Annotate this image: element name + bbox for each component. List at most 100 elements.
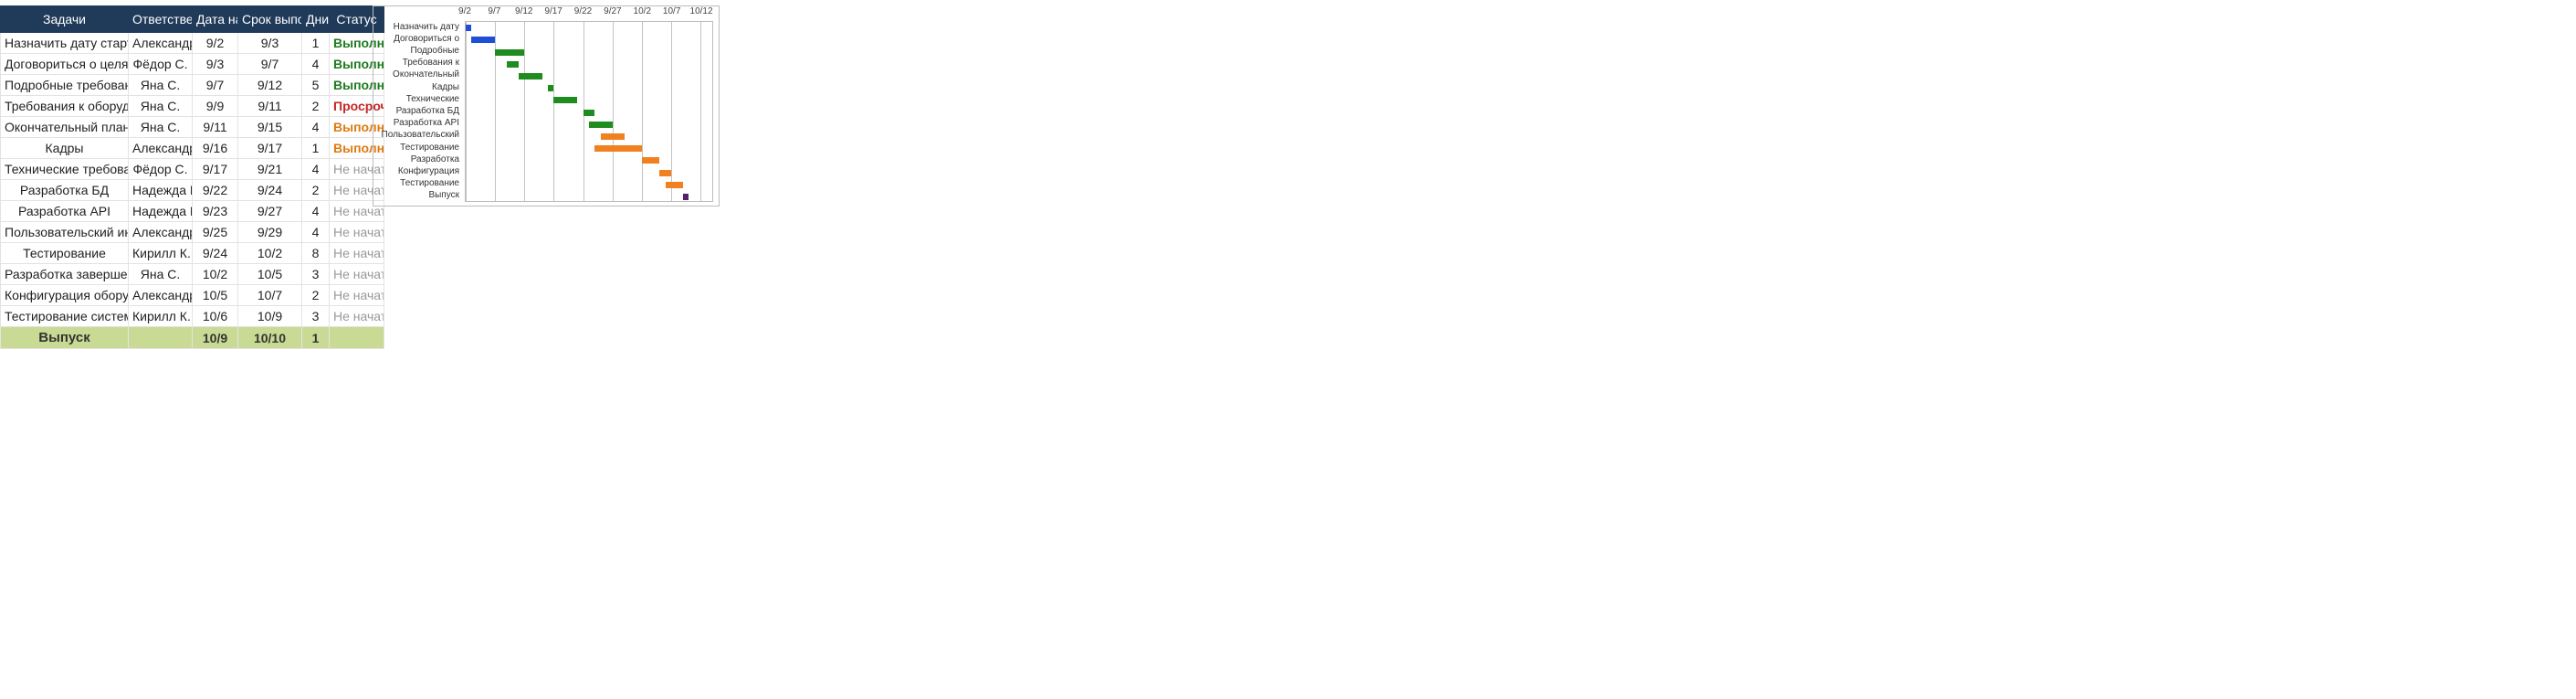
cell-days: 4	[302, 117, 330, 138]
gantt-row-label: Разработка API	[373, 118, 462, 129]
cell-task: Кадры	[1, 138, 129, 159]
gantt-plot-area	[465, 21, 713, 202]
gantt-bar	[519, 73, 542, 79]
cell-task: Разработка завершена	[1, 264, 129, 285]
cell-end: 10/10	[238, 327, 302, 349]
cell-days: 5	[302, 75, 330, 96]
cell-start: 10/9	[193, 327, 238, 349]
cell-end: 10/2	[238, 243, 302, 264]
gantt-row-label: Требования к оборудованию	[373, 58, 462, 69]
cell-owner: Александр Б.	[129, 222, 193, 243]
gantt-bar	[589, 122, 613, 128]
cell-end: 9/27	[238, 201, 302, 222]
cell-status: Не начато	[330, 306, 384, 327]
gantt-row-label: Назначить дату стартового совещания	[373, 22, 462, 33]
table-row: Технические требованияФёдор С.9/179/214Н…	[1, 159, 384, 180]
gantt-bar	[642, 157, 659, 164]
cell-start: 9/3	[193, 54, 238, 75]
cell-task: Назначить дату стартового совещания	[1, 33, 129, 54]
cell-start: 10/5	[193, 285, 238, 306]
cell-days: 4	[302, 222, 330, 243]
cell-owner: Надежда В.	[129, 180, 193, 201]
gantt-row-label: Тестирование системы	[373, 178, 462, 189]
gantt-gridline	[700, 22, 701, 201]
gantt-row-label: Технические требования	[373, 94, 462, 105]
cell-owner: Надежда В.	[129, 201, 193, 222]
cell-days: 8	[302, 243, 330, 264]
table-row: Разработка APIНадежда В.9/239/274Не нача…	[1, 201, 384, 222]
cell-days: 1	[302, 33, 330, 54]
cell-status: Не начато	[330, 264, 384, 285]
cell-days: 4	[302, 54, 330, 75]
cell-start: 9/22	[193, 180, 238, 201]
cell-owner: Кирилл К.	[129, 306, 193, 327]
cell-owner: Фёдор С.	[129, 54, 193, 75]
gantt-tick: 9/7	[488, 6, 500, 16]
cell-owner	[129, 327, 193, 349]
header-owner: Ответственное лицо	[129, 6, 193, 33]
table-row: Требования к оборудованиюЯна С.9/99/112П…	[1, 96, 384, 117]
cell-days: 3	[302, 306, 330, 327]
gantt-bar	[553, 97, 577, 103]
cell-start: 9/25	[193, 222, 238, 243]
cell-days: 4	[302, 201, 330, 222]
cell-days: 4	[302, 159, 330, 180]
cell-task: Подробные требования	[1, 75, 129, 96]
gantt-gridline	[466, 22, 467, 201]
gantt-bar	[601, 133, 625, 140]
gantt-bar	[666, 182, 683, 188]
gantt-bar	[584, 110, 595, 116]
gantt-tick: 9/22	[574, 6, 592, 16]
gantt-row-label: Конфигурация оборудования	[373, 166, 462, 177]
cell-task: Разработка API	[1, 201, 129, 222]
page: Задачи Ответственное лицо Дата начала Ср…	[0, 0, 1434, 355]
cell-task: Конфигурация оборудования	[1, 285, 129, 306]
cell-start: 9/24	[193, 243, 238, 264]
task-table: Задачи Ответственное лицо Дата начала Ср…	[0, 5, 384, 349]
gantt-tick: 10/12	[690, 6, 713, 16]
header-start: Дата начала	[193, 6, 238, 33]
cell-status	[330, 327, 384, 349]
gantt-tick: 9/17	[544, 6, 562, 16]
cell-owner: Яна С.	[129, 96, 193, 117]
gantt-bar	[471, 37, 495, 43]
gantt-bar	[507, 61, 519, 68]
cell-task: Технические требования	[1, 159, 129, 180]
gantt-row-label: Разработка завершена	[373, 154, 462, 165]
cell-start: 9/23	[193, 201, 238, 222]
cell-task: Разработка БД	[1, 180, 129, 201]
cell-end: 9/12	[238, 75, 302, 96]
cell-end: 10/5	[238, 264, 302, 285]
gantt-bar	[466, 25, 471, 31]
cell-owner: Яна С.	[129, 264, 193, 285]
table-row: КадрыАлександр Б.9/169/171Выполняется	[1, 138, 384, 159]
cell-task: Договориться о целях	[1, 54, 129, 75]
cell-days: 2	[302, 96, 330, 117]
cell-end: 9/3	[238, 33, 302, 54]
cell-status: Не начато	[330, 243, 384, 264]
cell-days: 2	[302, 180, 330, 201]
cell-status: Не начато	[330, 285, 384, 306]
gantt-tick: 9/27	[604, 6, 621, 16]
header-task: Задачи	[1, 6, 129, 33]
gantt-gridline	[642, 22, 643, 201]
gantt-row-label: Подробные требования	[373, 46, 462, 57]
cell-end: 10/7	[238, 285, 302, 306]
gantt-bar	[594, 145, 641, 152]
cell-start: 9/7	[193, 75, 238, 96]
cell-owner: Александр Б.	[129, 138, 193, 159]
header-end: Срок выполнения	[238, 6, 302, 33]
table-row: Окончательный план ресурсовЯна С.9/119/1…	[1, 117, 384, 138]
gantt-gridline	[553, 22, 554, 201]
cell-task: Выпуск	[1, 327, 129, 349]
gantt-bar	[683, 194, 689, 200]
table-row: Договориться о целяхФёдор С.9/39/74Выпол…	[1, 54, 384, 75]
header-days: Дни	[302, 6, 330, 33]
cell-owner: Александр Б.	[129, 285, 193, 306]
gantt-gridline	[671, 22, 672, 201]
gantt-chart: 9/29/79/129/179/229/2710/210/710/12 Назн…	[373, 5, 720, 207]
gantt-row-label: Окончательный план ресурсов	[373, 69, 462, 80]
cell-end: 9/7	[238, 54, 302, 75]
task-table-header-row: Задачи Ответственное лицо Дата начала Ср…	[1, 6, 384, 33]
cell-days: 2	[302, 285, 330, 306]
